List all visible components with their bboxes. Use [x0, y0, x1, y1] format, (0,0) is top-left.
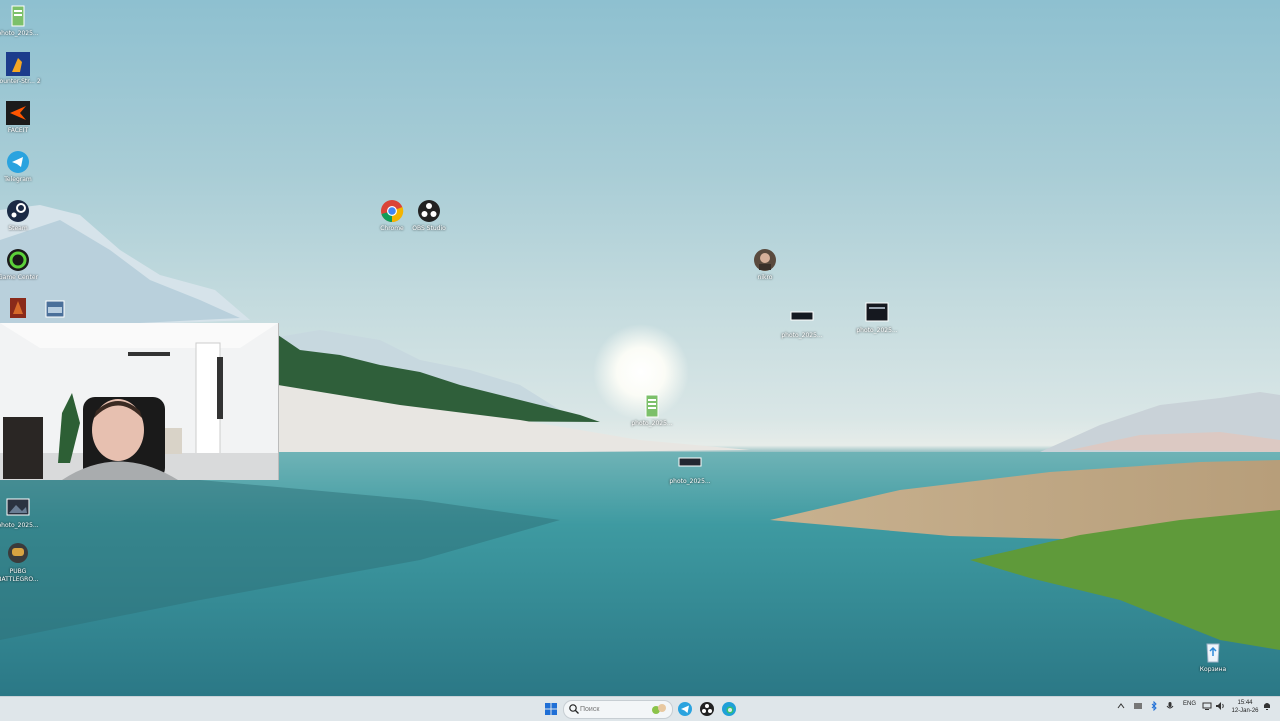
system-clock[interactable]: 15:44 12-Jan-26 [1228, 699, 1262, 715]
recycle-bin-icon [1201, 640, 1225, 664]
desktop-icon-faceit[interactable]: FACEIT [0, 101, 48, 135]
telegram-icon [6, 150, 30, 174]
desktop-icon-nikro[interactable]: nikro [735, 248, 795, 282]
photo-doc-icon [640, 394, 664, 418]
desktop-icon-label: photo_2025... [631, 420, 673, 427]
webcam-overlay [0, 323, 279, 480]
photo-file-icon [6, 4, 30, 28]
search-icon [569, 704, 579, 714]
obs-studio-icon [417, 199, 441, 223]
desktop-icon-label: photo_2025... [0, 30, 39, 37]
desktop-icon-label: OBS Studio [412, 225, 446, 232]
tray-app-icon[interactable] [1133, 701, 1143, 713]
edge-icon [722, 702, 736, 716]
search-input[interactable] [580, 702, 640, 716]
faceit-icon [6, 101, 30, 125]
desktop-icon-photo-doc[interactable]: photo_2025... [622, 394, 682, 428]
desktop-icon-steam[interactable]: Steam [0, 199, 48, 233]
taskbar-obs[interactable] [697, 699, 717, 719]
taskbar: ENG 15:44 12-Jan-26 [0, 696, 1280, 721]
desktop-icon-telegram[interactable]: Telegram [0, 150, 48, 184]
desktop-icon-photo-dark[interactable]: photo_2025... [847, 301, 907, 335]
desktop-icon-photo-bottom-left[interactable]: photo_2025... [0, 496, 48, 530]
desktop-icon-photo-strip[interactable]: photo_2025... [660, 452, 720, 486]
desktop-icon-label: photo_2025... [669, 478, 711, 485]
desktop-icon-photo[interactable]: photo_2025... [0, 4, 48, 38]
desktop-icon-obs[interactable]: OBS Studio [399, 199, 459, 233]
desktop-icon-label: Steam [8, 225, 28, 232]
obs-studio-icon [700, 702, 714, 716]
counter-strike-icon [6, 52, 30, 76]
desktop-icon-label: photo_2025... [856, 327, 898, 334]
game-center-icon [6, 248, 30, 272]
photo-strip-icon [678, 452, 702, 476]
desktop-icon-recycle-bin[interactable]: Корзина [1183, 640, 1243, 674]
desktop-icon-partial-2[interactable] [45, 298, 65, 320]
clock-date: 12-Jan-26 [1231, 708, 1259, 714]
taskbar-search[interactable] [563, 700, 673, 719]
desktop-icon-label: FACEIT [7, 127, 29, 134]
desktop-icon-pubg[interactable]: PUBG BATTLEGRO... [0, 542, 48, 584]
photo-screenshot-icon [790, 306, 814, 330]
desktop-icon-label: PUBG BATTLEGRO... [0, 568, 39, 583]
avatar-file-icon [753, 248, 777, 272]
desktop-icon-label: Корзина [1199, 666, 1227, 673]
desktop-icon-photo-screenshot[interactable]: photo_2025... [772, 306, 832, 340]
desktop-icon-label: Game Center [0, 274, 38, 281]
pubg-icon [6, 542, 30, 566]
taskbar-telegram[interactable] [675, 699, 695, 719]
taskbar-edge[interactable] [719, 699, 739, 719]
search-highlight-icon [652, 704, 666, 714]
bluetooth-icon[interactable] [1149, 700, 1159, 713]
volume-icon[interactable] [1215, 701, 1225, 713]
desktop-icon-label: Counter-Str... 2 [0, 78, 41, 85]
desktop-icon-label: photo_2025... [0, 522, 39, 529]
desktop-icon-label: Telegram [4, 176, 32, 183]
photo-bottom-left-icon [6, 496, 30, 520]
windows-icon [545, 703, 557, 715]
desktop-icon-label: nikro [757, 274, 773, 281]
desktop-icon-label: photo_2025... [781, 332, 823, 339]
clock-time: 15:44 [1237, 700, 1253, 706]
image-file-icon [45, 300, 65, 318]
tray-overflow-icon[interactable] [1117, 701, 1125, 713]
desktop-icon-counter-strike[interactable]: Counter-Str... 2 [0, 52, 48, 86]
notification-bell-icon[interactable] [1262, 701, 1272, 713]
desktop-icon-partial[interactable] [8, 296, 28, 320]
microphone-icon[interactable] [1165, 701, 1175, 713]
telegram-icon [678, 702, 692, 716]
game-app-icon [10, 298, 26, 318]
desktop[interactable]: photo_2025... Counter-Str... 2 FACEIT Te… [0, 0, 1280, 696]
start-button[interactable] [541, 699, 561, 719]
webcam-video-image [0, 323, 278, 480]
desktop-icon-game-center[interactable]: Game Center [0, 248, 48, 282]
language-indicator[interactable]: ENG [1183, 701, 1196, 707]
network-icon[interactable] [1202, 701, 1212, 713]
photo-dark-icon [865, 301, 889, 325]
steam-icon [6, 199, 30, 223]
